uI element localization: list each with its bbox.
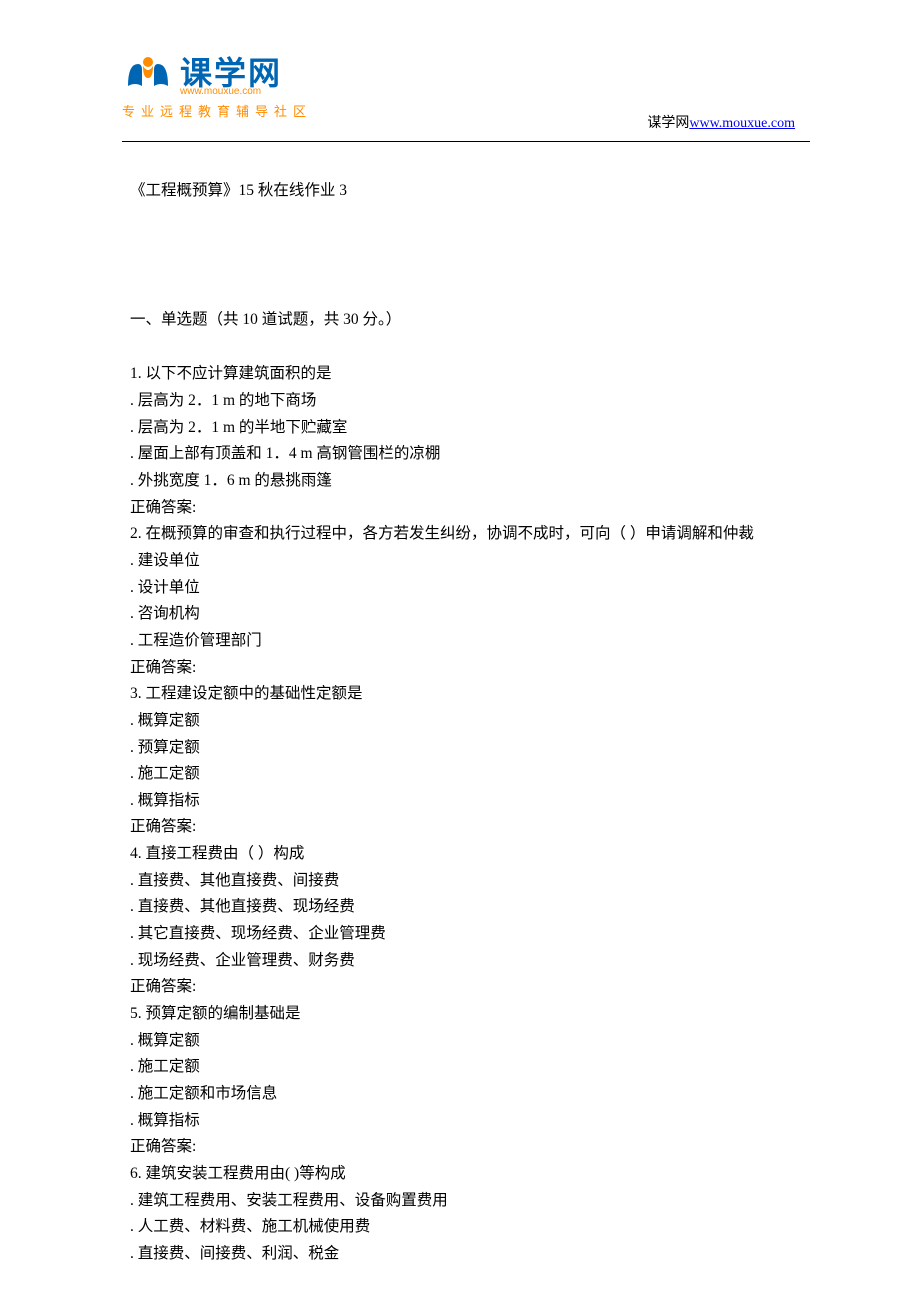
correct-answer-label: 正确答案: (130, 814, 795, 841)
question-option: . 预算定额 (130, 735, 795, 762)
question-option: . 施工定额 (130, 761, 795, 788)
question-option: . 建设单位 (130, 548, 795, 575)
question-option: . 直接费、其他直接费、现场经费 (130, 894, 795, 921)
questions-container: 1. 以下不应计算建筑面积的是. 层高为 2．1 m 的地下商场. 层高为 2．… (130, 361, 795, 1267)
question-option: . 概算指标 (130, 1108, 795, 1135)
question-stem: 2. 在概预算的审查和执行过程中，各方若发生纠纷，协调不成时，可向（ ）申请调解… (130, 521, 795, 548)
question-option: . 人工费、材料费、施工机械使用费 (130, 1214, 795, 1241)
question-option: . 层高为 2．1 m 的半地下贮藏室 (130, 415, 795, 442)
correct-answer-label: 正确答案: (130, 495, 795, 522)
site-link[interactable]: www.mouxue.com (689, 116, 795, 131)
question-option: . 层高为 2．1 m 的地下商场 (130, 388, 795, 415)
question-option: . 屋面上部有顶盖和 1．4 m 高钢管围栏的凉棚 (130, 441, 795, 468)
correct-answer-label: 正确答案: (130, 1134, 795, 1161)
logo-block: 课学网 www.mouxue.com 专业远程教育辅导社区 (122, 56, 312, 120)
document-title: 《工程概预算》15 秋在线作业 3 (130, 178, 795, 205)
question-option: . 其它直接费、现场经费、企业管理费 (130, 921, 795, 948)
question-option: . 设计单位 (130, 575, 795, 602)
question-option: . 施工定额和市场信息 (130, 1081, 795, 1108)
document-content: 《工程概预算》15 秋在线作业 3 一、单选题（共 10 道试题，共 30 分。… (0, 142, 920, 1268)
section-header: 一、单选题（共 10 道试题，共 30 分。） (130, 307, 795, 334)
question-option: . 工程造价管理部门 (130, 628, 795, 655)
question-option: . 直接费、间接费、利润、税金 (130, 1241, 795, 1268)
site-label: 谋学网 (647, 116, 689, 131)
correct-answer-label: 正确答案: (130, 655, 795, 682)
logo-subtitle: 专业远程教育辅导社区 (122, 101, 312, 120)
question-option: . 概算定额 (130, 708, 795, 735)
question-option: . 直接费、其他直接费、间接费 (130, 868, 795, 895)
question-option: . 咨询机构 (130, 601, 795, 628)
question-stem: 4. 直接工程费由（ ）构成 (130, 841, 795, 868)
logo-icon (122, 56, 174, 98)
page-header: 课学网 www.mouxue.com 专业远程教育辅导社区 谋学网www.mou… (0, 0, 920, 131)
question-option: . 现场经费、企业管理费、财务费 (130, 948, 795, 975)
correct-answer-label: 正确答案: (130, 974, 795, 1001)
question-option: . 施工定额 (130, 1054, 795, 1081)
question-option: . 概算定额 (130, 1028, 795, 1055)
header-site-link: 谋学网www.mouxue.com (647, 112, 795, 132)
logo-url-small: www.mouxue.com (180, 87, 282, 97)
question-stem: 1. 以下不应计算建筑面积的是 (130, 361, 795, 388)
question-option: . 外挑宽度 1．6 m 的悬挑雨篷 (130, 468, 795, 495)
question-stem: 6. 建筑安装工程费用由( )等构成 (130, 1161, 795, 1188)
question-stem: 5. 预算定额的编制基础是 (130, 1001, 795, 1028)
question-option: . 建筑工程费用、安装工程费用、设备购置费用 (130, 1188, 795, 1215)
question-option: . 概算指标 (130, 788, 795, 815)
question-stem: 3. 工程建设定额中的基础性定额是 (130, 681, 795, 708)
logo-name: 课学网 (180, 57, 282, 89)
